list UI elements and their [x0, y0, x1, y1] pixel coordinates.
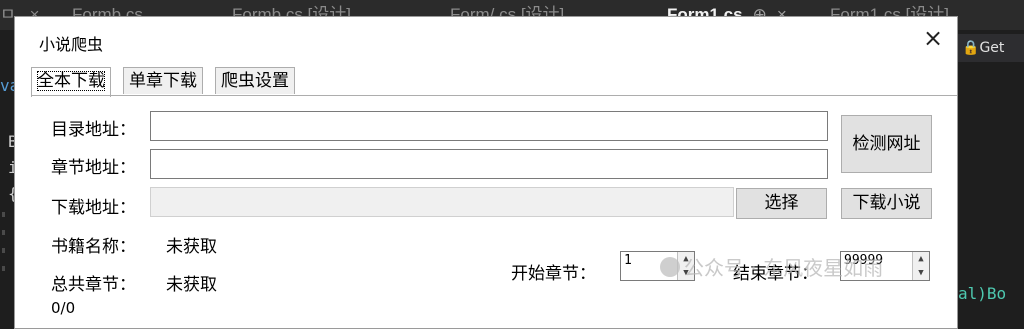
dialog-title: 小说爬虫	[39, 35, 104, 54]
tab-full-download[interactable]: 全本下载	[31, 67, 111, 97]
code-guide	[2, 266, 5, 271]
progress-text: 0/0	[51, 299, 76, 317]
chapter-url-label: 章节地址：	[51, 158, 136, 178]
end-chapter-spinner[interactable]: ▲ ▼	[912, 252, 929, 280]
code-guide	[2, 248, 5, 253]
tab-crawler-settings[interactable]: 爬虫设置	[215, 67, 295, 94]
catalog-url-input[interactable]	[150, 111, 828, 141]
total-chapters-label: 总共章节：	[51, 275, 136, 295]
tab-single-chapter[interactable]: 单章下载	[123, 67, 203, 94]
watermark: 公众号 · 东风夜星如雨	[660, 252, 883, 281]
novel-crawler-dialog: 小说爬虫 × 全本下载 单章下载 爬虫设置 目录地址： 章节地址： 检测网址 下…	[14, 16, 958, 329]
close-icon[interactable]: ×	[923, 23, 943, 53]
download-path-input	[150, 187, 734, 217]
wechat-icon	[660, 257, 680, 277]
total-chapters-value: 未获取	[166, 275, 217, 295]
chevron-down-icon[interactable]: ▼	[913, 266, 929, 280]
detect-url-button[interactable]: 检测网址	[841, 115, 932, 173]
book-name-label: 书籍名称：	[51, 237, 136, 257]
code-guide	[2, 230, 5, 235]
book-name-value: 未获取	[166, 237, 217, 257]
lock-icon: 🔒	[962, 40, 980, 56]
ide-get-tab[interactable]: 🔒Get	[958, 34, 1024, 62]
code-guide	[2, 212, 5, 217]
start-chapter-label: 开始章节：	[511, 264, 596, 284]
chapter-url-input[interactable]	[150, 149, 828, 179]
tab-panel-border	[31, 95, 957, 96]
select-folder-button[interactable]: 选择	[736, 188, 827, 219]
chevron-up-icon[interactable]: ▲	[913, 252, 929, 266]
download-path-label: 下载地址：	[51, 198, 136, 218]
start-chapter-value: 1	[624, 253, 632, 268]
code-text: al)Bo	[958, 284, 1007, 303]
download-novel-button[interactable]: 下载小说	[841, 188, 932, 219]
catalog-url-label: 目录地址：	[51, 120, 136, 140]
